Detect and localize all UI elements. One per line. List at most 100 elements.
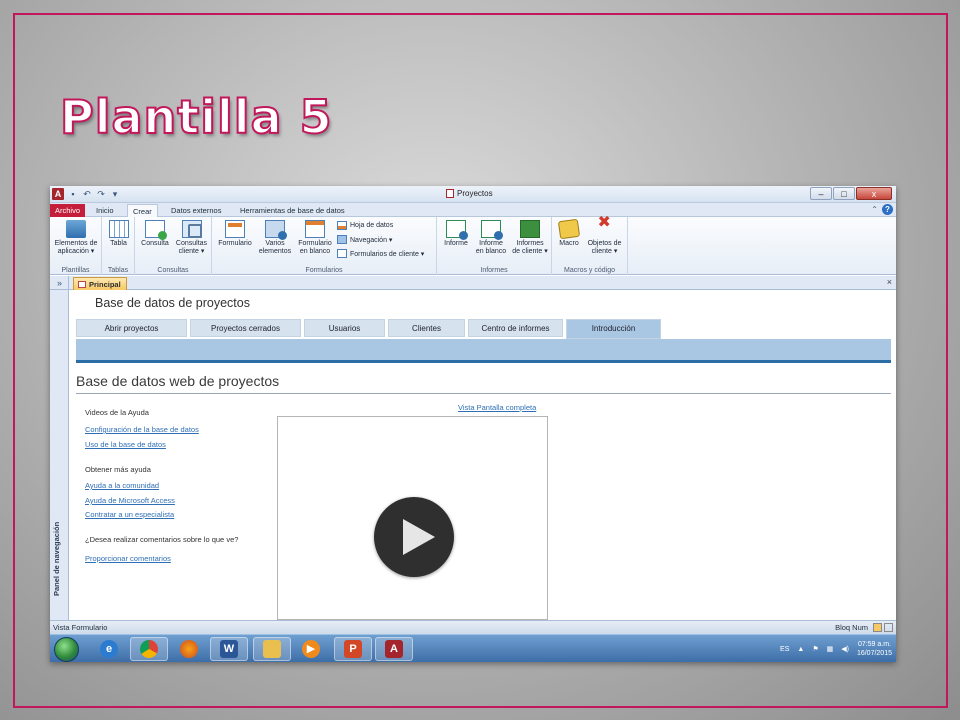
language-indicator[interactable]: ES bbox=[780, 646, 789, 653]
document-icon bbox=[446, 189, 454, 198]
navigation-icon bbox=[337, 235, 347, 244]
client-objects-button[interactable]: Objetos de cliente ▾ bbox=[583, 219, 626, 256]
quick-access-toolbar: A ▪ ↶ ↷ ▾ bbox=[52, 188, 120, 200]
ribbon-tabs: Archivo Inicio Crear Datos externos Herr… bbox=[50, 203, 896, 218]
redo-icon[interactable]: ↷ bbox=[96, 189, 106, 199]
link-ayuda-microsoft[interactable]: Ayuda de Microsoft Access bbox=[85, 496, 175, 505]
client-forms-button[interactable]: Formularios de cliente ▾ bbox=[337, 249, 424, 258]
tab-crear[interactable]: Crear bbox=[127, 204, 158, 218]
form-button[interactable]: Formulario bbox=[215, 220, 255, 248]
tab-abrir-proyectos[interactable]: Abrir proyectos bbox=[76, 319, 187, 337]
table-button[interactable]: Tabla bbox=[104, 220, 133, 248]
tab-datos-externos[interactable]: Datos externos bbox=[166, 204, 226, 217]
navigation-pane-label: Panel de navegación bbox=[52, 521, 61, 596]
link-contratar-especialista[interactable]: Contratar a un especialista bbox=[85, 510, 174, 519]
application-parts-icon bbox=[66, 220, 86, 238]
blank-form-button[interactable]: Formulario en blanco bbox=[294, 220, 336, 256]
tab-centro-informes[interactable]: Centro de informes bbox=[468, 319, 563, 337]
firefox-icon[interactable] bbox=[170, 637, 208, 661]
media-player-icon[interactable]: ▶ bbox=[292, 637, 330, 661]
word-glyph: W bbox=[220, 640, 238, 658]
tab-usuarios[interactable]: Usuarios bbox=[304, 319, 385, 337]
tab-proyectos-cerrados[interactable]: Proyectos cerrados bbox=[190, 319, 301, 337]
volume-icon[interactable]: ◀) bbox=[841, 645, 849, 653]
button-label: en blanco bbox=[299, 248, 331, 255]
tab-clientes[interactable]: Clientes bbox=[388, 319, 465, 337]
button-label: Informe bbox=[479, 240, 503, 247]
play-icon[interactable] bbox=[374, 497, 454, 577]
explorer-icon[interactable] bbox=[253, 637, 291, 661]
form-view-icon[interactable] bbox=[873, 623, 882, 632]
group-consultas: Consulta Consultas cliente ▾ Consultas bbox=[135, 217, 212, 275]
access-glyph: A bbox=[385, 640, 403, 658]
link-ayuda-comunidad[interactable]: Ayuda a la comunidad bbox=[85, 481, 159, 490]
blank-report-button[interactable]: Informe en blanco bbox=[473, 220, 509, 256]
minimize-button[interactable]: – bbox=[810, 187, 832, 200]
full-screen-link[interactable]: Vista Pantalla completa bbox=[458, 403, 536, 412]
client-queries-button[interactable]: Consultas cliente ▾ bbox=[173, 220, 210, 256]
multiple-items-button[interactable]: Varios elementos bbox=[257, 220, 293, 256]
access-logo-icon[interactable]: A bbox=[52, 188, 64, 200]
link-uso-base-datos[interactable]: Uso de la base de datos bbox=[85, 440, 166, 449]
link-proporcionar-comentarios[interactable]: Proporcionar comentarios bbox=[85, 554, 171, 563]
internet-explorer-icon[interactable]: e bbox=[90, 637, 128, 661]
query-icon bbox=[145, 220, 167, 240]
video-player[interactable] bbox=[277, 416, 548, 620]
datasheet-button[interactable]: Hoja de datos bbox=[337, 221, 393, 230]
group-label: Informes bbox=[480, 267, 508, 274]
navigation-button[interactable]: Navegación ▾ bbox=[337, 235, 392, 244]
button-label: de cliente ▾ bbox=[512, 248, 548, 255]
flag-icon[interactable]: ⚑ bbox=[812, 645, 818, 653]
system-tray: ES ▲ ⚑ ▦ ◀) 07:59 a.m. 16/07/2015 bbox=[780, 638, 892, 660]
query-button[interactable]: Consulta bbox=[138, 220, 172, 248]
tab-archivo[interactable]: Archivo bbox=[50, 204, 86, 217]
button-label: Tabla bbox=[110, 240, 127, 247]
start-button[interactable] bbox=[54, 637, 79, 662]
undo-icon[interactable]: ↶ bbox=[82, 189, 92, 199]
tab-inicio[interactable]: Inicio bbox=[91, 204, 119, 217]
table-icon bbox=[108, 220, 129, 238]
powerpoint-icon[interactable]: P bbox=[334, 637, 372, 661]
client-reports-icon bbox=[520, 220, 540, 238]
button-label: Consultas bbox=[175, 240, 208, 247]
clock[interactable]: 07:59 a.m. 16/07/2015 bbox=[857, 640, 892, 658]
macro-button[interactable]: Macro bbox=[555, 218, 583, 248]
button-label: Informes bbox=[516, 240, 544, 247]
group-formularios: Formulario Varios elementos Formulario e… bbox=[212, 217, 437, 275]
access-icon[interactable]: A bbox=[375, 637, 413, 661]
ribbon-help-area: ⌃ ? bbox=[871, 204, 893, 215]
button-label: Formulario bbox=[298, 240, 332, 247]
form-icon bbox=[225, 220, 245, 238]
datasheet-icon bbox=[337, 221, 347, 230]
status-bar: Vista Formulario Bloq Num bbox=[50, 620, 896, 634]
tab-principal[interactable]: Principal bbox=[73, 277, 127, 290]
window-title-text: Proyectos bbox=[457, 189, 493, 198]
save-icon[interactable]: ▪ bbox=[68, 189, 78, 199]
chrome-icon[interactable] bbox=[130, 637, 168, 661]
navigation-pane[interactable]: » Panel de navegación bbox=[50, 276, 69, 620]
minimize-ribbon-icon[interactable]: ⌃ bbox=[871, 205, 878, 214]
tab-introduccion[interactable]: Introducción bbox=[566, 319, 661, 339]
client-reports-button[interactable]: Informes de cliente ▾ bbox=[510, 220, 550, 256]
report-button[interactable]: Informe bbox=[440, 220, 472, 248]
customize-toolbar-icon[interactable]: ▾ bbox=[110, 189, 120, 199]
group-label: Tablas bbox=[107, 267, 129, 274]
link-configuracion[interactable]: Configuración de la base de datos bbox=[85, 425, 199, 434]
client-forms-icon bbox=[337, 249, 347, 258]
button-label: Hoja de datos bbox=[350, 222, 394, 229]
network-icon[interactable]: ▦ bbox=[827, 645, 834, 653]
window-controls: – □ x bbox=[810, 187, 892, 200]
maximize-button[interactable]: □ bbox=[833, 187, 855, 200]
application-parts-button[interactable]: Elementos de aplicación ▾ bbox=[52, 220, 100, 256]
expand-navigation-icon[interactable]: » bbox=[50, 276, 69, 290]
close-button[interactable]: x bbox=[856, 187, 892, 200]
word-icon[interactable]: W bbox=[210, 637, 248, 661]
tray-arrow-icon[interactable]: ▲ bbox=[797, 646, 804, 653]
report-icon bbox=[446, 220, 468, 240]
group-label: Consultas bbox=[157, 267, 189, 274]
title-bar: A ▪ ↶ ↷ ▾ Proyectos – □ x bbox=[50, 186, 896, 203]
help-icon[interactable]: ? bbox=[882, 204, 893, 215]
close-document-icon[interactable]: × bbox=[887, 277, 892, 287]
design-view-icon[interactable] bbox=[884, 623, 893, 632]
tab-herramientas[interactable]: Herramientas de base de datos bbox=[235, 204, 350, 217]
